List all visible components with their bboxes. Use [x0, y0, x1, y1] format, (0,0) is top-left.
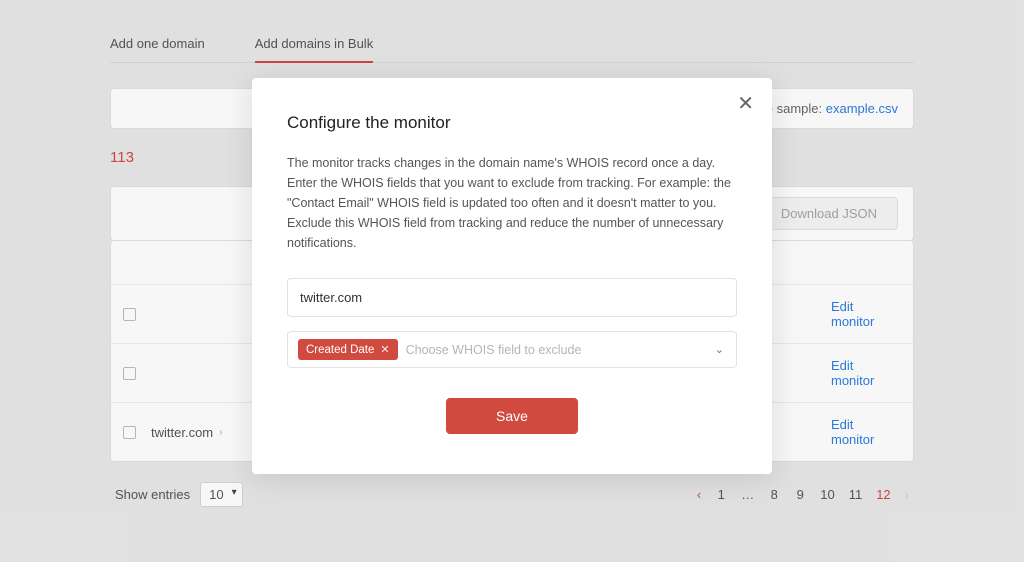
modal-description: The monitor tracks changes in the domain…	[287, 153, 737, 253]
save-button[interactable]: Save	[446, 398, 578, 434]
chip-label: Created Date	[306, 344, 374, 356]
whois-exclude-select[interactable]: Created Date ✕ Choose WHOIS field to exc…	[287, 331, 737, 368]
modal-title: Configure the monitor	[287, 113, 737, 133]
modal-overlay: ✕ Configure the monitor The monitor trac…	[0, 0, 1024, 562]
select-placeholder: Choose WHOIS field to exclude	[406, 343, 582, 357]
close-icon[interactable]: ✕	[737, 94, 754, 114]
domain-input[interactable]	[287, 278, 737, 317]
chip-remove-icon[interactable]: ✕	[380, 343, 389, 356]
chevron-down-icon: ⌄	[715, 343, 724, 356]
chip-created-date: Created Date ✕	[298, 339, 398, 360]
configure-monitor-modal: ✕ Configure the monitor The monitor trac…	[252, 78, 772, 474]
